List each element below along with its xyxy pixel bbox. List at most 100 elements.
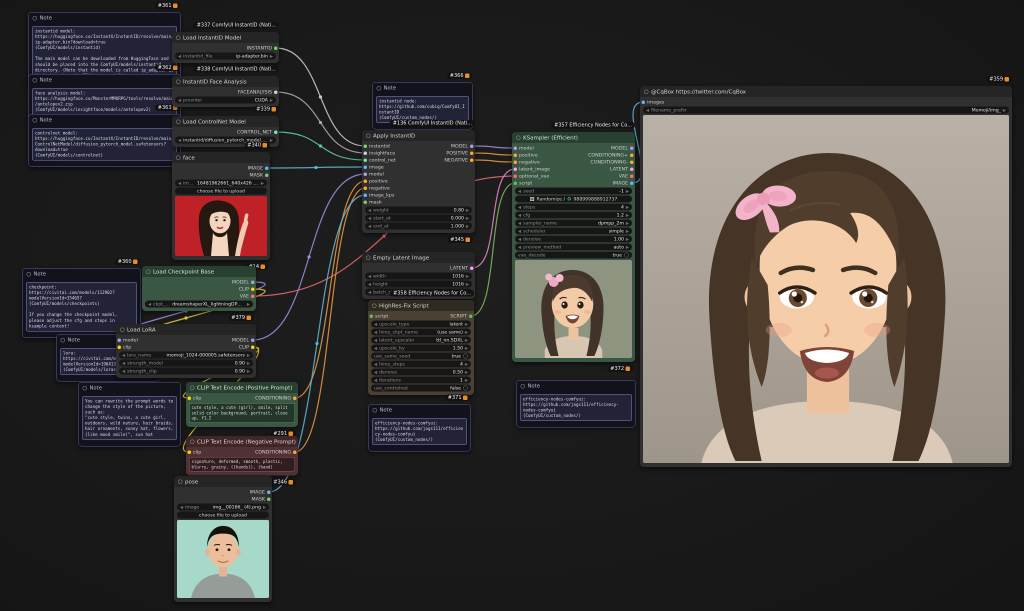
output-slot-MODEL[interactable] bbox=[251, 280, 255, 284]
increment-arrow-icon[interactable]: ▶ bbox=[465, 346, 468, 351]
decrement-arrow-icon[interactable]: ◀ bbox=[646, 108, 649, 113]
increment-arrow-icon[interactable]: ▶ bbox=[270, 138, 273, 143]
decrement-arrow-icon[interactable]: ◀ bbox=[518, 229, 521, 234]
upload-button[interactable]: choose file to upload bbox=[175, 187, 267, 195]
note-text[interactable]: efficiency-nodes-comfyui: https://github… bbox=[372, 418, 467, 446]
decrement-arrow-icon[interactable]: ◀ bbox=[518, 237, 521, 242]
collapse-icon[interactable] bbox=[176, 79, 181, 84]
upload-button[interactable]: choose file to upload bbox=[177, 511, 269, 519]
collapse-icon[interactable] bbox=[190, 385, 195, 390]
node-save-image[interactable]: #359 @CqBox https://twitter.com/CqBox imag… bbox=[640, 76, 1012, 467]
decrement-arrow-icon[interactable]: ◀ bbox=[374, 322, 377, 327]
increment-arrow-icon[interactable]: ▶ bbox=[465, 330, 468, 335]
node-highres-fix[interactable]: #358 Efficiency Nodes for Co... HighRes-F… bbox=[368, 290, 474, 395]
randomize-seed-button[interactable]: ⚄ Randomize / ♻ 988999888912737 bbox=[515, 195, 632, 203]
node-title-bar[interactable]: pose bbox=[174, 476, 272, 487]
decrement-arrow-icon[interactable]: ◀ bbox=[368, 216, 371, 221]
combo-widget-ckpt_name[interactable]: ◀ckpt_namedreamshaperXL_lightningDPMSDE.… bbox=[145, 300, 253, 308]
input-slot-script[interactable] bbox=[513, 181, 517, 185]
number-widget-denoise[interactable]: ◀ denoise 1.00 ▶ bbox=[515, 235, 632, 243]
node-title-bar[interactable]: Note bbox=[29, 75, 181, 86]
decrement-arrow-icon[interactable]: ◀ bbox=[374, 362, 377, 367]
output-slot-IMAGE[interactable] bbox=[267, 490, 271, 494]
collapse-icon[interactable] bbox=[366, 255, 371, 260]
collapse-icon[interactable] bbox=[120, 327, 125, 332]
node-checkpoint[interactable]: #379 Load Checkpoint Base MODEL CLIP VAE ◀ ckp… bbox=[142, 266, 256, 321]
increment-arrow-icon[interactable]: ▶ bbox=[247, 361, 250, 366]
output-slot-CLIP[interactable] bbox=[251, 345, 255, 349]
increment-arrow-icon[interactable]: ▶ bbox=[626, 229, 629, 234]
node-title-bar[interactable]: Note bbox=[29, 115, 181, 126]
number-widget-start_at[interactable]: ◀ start_at 0.000 ▶ bbox=[365, 214, 472, 222]
node-title-bar[interactable]: CLIP Text Encode (Negative Prompt) bbox=[186, 436, 298, 447]
output-slot-FACEANALYSIS[interactable] bbox=[274, 90, 278, 94]
collapse-icon[interactable] bbox=[176, 155, 181, 160]
decrement-arrow-icon[interactable]: ◀ bbox=[374, 378, 377, 383]
increment-arrow-icon[interactable]: ▶ bbox=[247, 369, 250, 374]
input-slot-model[interactable] bbox=[363, 172, 367, 176]
number-widget-iterations[interactable]: ◀ iterations 1 ▶ bbox=[371, 376, 471, 384]
input-slot-script[interactable] bbox=[369, 314, 373, 318]
collapse-icon[interactable] bbox=[82, 385, 87, 391]
toggle-widget-vae_decode[interactable]: vae_decode true bbox=[515, 251, 632, 259]
output-slot-CONDITIONING[interactable] bbox=[293, 396, 297, 400]
collapse-icon[interactable] bbox=[376, 85, 381, 91]
decrement-arrow-icon[interactable]: ◀ bbox=[374, 370, 377, 375]
toggle-widget-use_controlnet[interactable]: use_controlnet false bbox=[371, 384, 471, 392]
graph-canvas[interactable]: #361 Note instantid model: https://hugging… bbox=[0, 0, 1024, 611]
collapse-icon[interactable] bbox=[178, 479, 183, 484]
increment-arrow-icon[interactable]: ▶ bbox=[626, 205, 629, 210]
input-slot-images[interactable] bbox=[641, 100, 645, 104]
collapse-icon[interactable] bbox=[60, 337, 65, 343]
increment-arrow-icon[interactable]: ▶ bbox=[247, 353, 250, 358]
increment-arrow-icon[interactable]: ▶ bbox=[466, 224, 469, 229]
input-slot-positive[interactable] bbox=[363, 179, 367, 183]
node-title-bar[interactable]: CLIP Text Encode (Positive Prompt) bbox=[186, 382, 298, 393]
node-clip-neg[interactable]: #346 CLIP Text Encode (Negative Prompt) cl… bbox=[186, 436, 298, 486]
combo-widget-scheduler[interactable]: ◀ scheduler simple ▶ bbox=[515, 227, 632, 235]
combo-widget-image[interactable]: ◀ image img__00166_ (4).png ▶ bbox=[177, 503, 269, 511]
decrement-arrow-icon[interactable]: ◀ bbox=[122, 361, 125, 366]
increment-arrow-icon[interactable]: ▶ bbox=[465, 378, 468, 383]
node-title-bar[interactable]: Load ControlNet Model bbox=[172, 116, 279, 127]
input-slot-insightface[interactable] bbox=[363, 151, 367, 155]
combo-widget-image[interactable]: ◀image16481962661_640x426 (15).jpg▶ bbox=[175, 179, 267, 187]
collapse-icon[interactable] bbox=[372, 407, 377, 413]
input-slot-negative[interactable] bbox=[513, 160, 517, 164]
decrement-arrow-icon[interactable]: ◀ bbox=[368, 208, 371, 213]
node-title-bar[interactable]: Note bbox=[373, 83, 473, 94]
prompt-textbox[interactable]: cute style, a cute (girl), smile, split … bbox=[189, 403, 295, 423]
decrement-arrow-icon[interactable]: ◀ bbox=[374, 330, 377, 335]
increment-arrow-icon[interactable]: ▶ bbox=[466, 216, 469, 221]
number-widget-upscale_by[interactable]: ◀ upscale_by 1.50 ▶ bbox=[371, 344, 471, 352]
node-ksampler[interactable]: #357 Efficiency Nodes for Co... #372 KSamp… bbox=[512, 122, 635, 372]
node-title-bar[interactable]: Note bbox=[79, 383, 181, 394]
node-title-bar[interactable]: Note bbox=[23, 269, 141, 280]
decrement-arrow-icon[interactable]: ◀ bbox=[178, 54, 181, 59]
node-title-bar[interactable]: Note bbox=[29, 13, 181, 24]
node-title-bar[interactable]: InstantID Face Analysis bbox=[172, 76, 279, 87]
decrement-arrow-icon[interactable]: ◀ bbox=[122, 369, 125, 374]
input-slot-optional_vae[interactable] bbox=[513, 174, 517, 178]
collapse-icon[interactable] bbox=[26, 271, 31, 277]
decrement-arrow-icon[interactable]: ◀ bbox=[518, 221, 521, 226]
number-widget-height[interactable]: ◀ height 1016 ▶ bbox=[365, 280, 472, 288]
increment-arrow-icon[interactable]: ▶ bbox=[466, 208, 469, 213]
increment-arrow-icon[interactable]: ▶ bbox=[270, 98, 273, 103]
decrement-arrow-icon[interactable]: ◀ bbox=[518, 205, 521, 210]
output-slot-MASK[interactable] bbox=[265, 173, 269, 177]
node-note-371[interactable]: #371 Note efficiency-nodes-comfyui: https:… bbox=[368, 394, 471, 452]
node-title-bar[interactable]: Note bbox=[369, 405, 471, 416]
number-widget-seed[interactable]: ◀ seed -1 ▶ bbox=[515, 187, 632, 195]
input-slot-clip[interactable] bbox=[117, 345, 121, 349]
node-title-bar[interactable]: face bbox=[172, 152, 270, 163]
increment-arrow-icon[interactable]: ▶ bbox=[465, 322, 468, 327]
output-slot-CONTROL_NET[interactable] bbox=[274, 130, 278, 134]
number-widget-width[interactable]: ◀ width 1016 ▶ bbox=[365, 272, 472, 280]
increment-arrow-icon[interactable]: ▶ bbox=[247, 302, 250, 307]
output-slot-VAE[interactable] bbox=[630, 174, 634, 178]
collapse-icon[interactable] bbox=[644, 89, 649, 94]
input-slot-control_net[interactable] bbox=[363, 158, 367, 162]
input-slot-mask[interactable] bbox=[363, 200, 367, 204]
decrement-arrow-icon[interactable]: ◀ bbox=[518, 245, 521, 250]
